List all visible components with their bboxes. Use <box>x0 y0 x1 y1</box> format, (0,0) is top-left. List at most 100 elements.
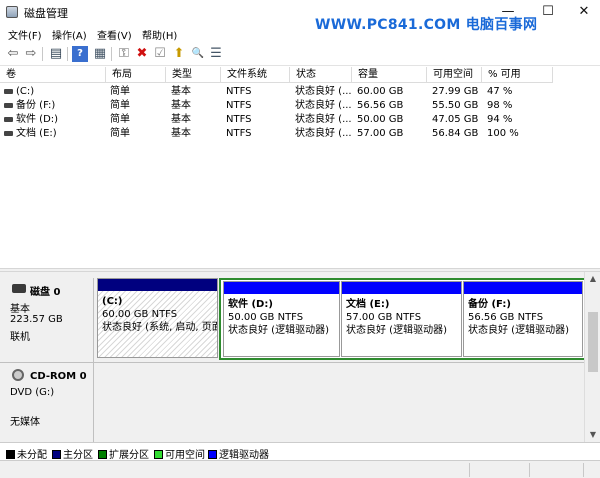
partition-status: 状态良好 (逻辑驱动器) <box>346 325 447 336</box>
status-bar <box>0 460 600 478</box>
percent-free-cell: 100 % <box>487 128 519 139</box>
forward-arrow-icon[interactable]: ⇨ <box>23 46 39 62</box>
partition-c[interactable]: (C:) 60.00 GB NTFS 状态良好 (系统, 启动, 页面 <box>97 278 218 358</box>
type-cell: 基本 <box>171 114 191 125</box>
cdrom-row: CD-ROM 0 DVD (G:) 无媒体 <box>0 362 600 443</box>
column-capacity[interactable]: 容量 <box>352 67 427 83</box>
layout-cell: 简单 <box>110 128 130 139</box>
toolbar-separator <box>111 47 112 61</box>
table-row[interactable]: 软件 (D:) 简单 基本 NTFS 状态良好 (... 50.00 GB 47… <box>0 113 553 127</box>
volume-cell: 备份 (F:) <box>4 99 55 113</box>
disk-0-size: 223.57 GB <box>10 314 63 325</box>
partition-d[interactable]: 软件 (D:) 50.00 GB NTFS 状态良好 (逻辑驱动器) <box>223 281 340 357</box>
minimize-button[interactable]: — <box>498 4 518 20</box>
legend-swatch <box>154 450 163 459</box>
search-folder-icon[interactable]: 🔍 <box>190 46 206 62</box>
delete-icon[interactable]: ✖ <box>134 46 150 62</box>
cdrom-0-drive: DVD (G:) <box>10 387 55 398</box>
column-type[interactable]: 类型 <box>166 67 221 83</box>
partition-status: 状态良好 (系统, 启动, 页面 <box>102 322 217 333</box>
partition-c-body: (C:) 60.00 GB NTFS 状态良好 (系统, 启动, 页面 <box>98 291 217 357</box>
disk-0-label[interactable]: 磁盘 0 基本 223.57 GB 联机 <box>4 278 94 362</box>
status-cell: 状态良好 (... <box>295 86 352 97</box>
volume-cell: 文档 (E:) <box>4 127 57 141</box>
menu-bar: 文件(F) 操作(A) 查看(V) 帮助(H) <box>0 24 600 42</box>
disk-view-scrollbar[interactable]: ▲ ▼ <box>584 272 600 442</box>
status-cell: 状态良好 (... <box>295 114 352 125</box>
capacity-cell: 50.00 GB <box>357 114 404 125</box>
logical-drive-bar <box>464 282 582 294</box>
legend-swatch <box>98 450 107 459</box>
help-icon[interactable]: ? <box>72 46 88 62</box>
volume-list: 卷 布局 类型 文件系统 状态 容量 可用空间 % 可用 (C:) 简单 基本 … <box>0 67 600 267</box>
partition-f[interactable]: 备份 (F:) 56.56 GB NTFS 状态良好 (逻辑驱动器) <box>463 281 583 357</box>
close-button[interactable]: ✕ <box>574 4 594 20</box>
menu-help[interactable]: 帮助(H) <box>142 27 177 42</box>
list-view-icon[interactable]: ☰ <box>208 46 224 62</box>
column-percent-free[interactable]: % 可用 <box>482 67 553 83</box>
volume-cell: 软件 (D:) <box>4 113 58 127</box>
table-row[interactable]: 文档 (E:) 简单 基本 NTFS 状态良好 (... 57.00 GB 56… <box>0 127 553 141</box>
scroll-up-arrow-icon[interactable]: ▲ <box>585 272 600 286</box>
legend-item: 未分配 <box>6 446 47 461</box>
legend-item: 主分区 <box>52 446 93 461</box>
logical-drive-bar <box>342 282 461 294</box>
status-cell: 状态良好 (... <box>295 128 352 139</box>
legend: 未分配 主分区 扩展分区 可用空间 逻辑驱动器 <box>0 442 600 461</box>
partition-d-body: 软件 (D:) 50.00 GB NTFS 状态良好 (逻辑驱动器) <box>224 294 339 356</box>
type-cell: 基本 <box>171 128 191 139</box>
volume-cell: (C:) <box>4 85 34 99</box>
window-title: 磁盘管理 <box>24 7 68 20</box>
cd-drive-icon <box>12 369 24 381</box>
legend-item: 可用空间 <box>154 446 205 461</box>
scrollbar-thumb[interactable] <box>588 312 598 372</box>
title-bar: 磁盘管理 WWW.PC841.COM 电脑百事网 — ☐ ✕ <box>0 0 600 33</box>
primary-partition-bar <box>98 279 217 291</box>
menu-view[interactable]: 查看(V) <box>97 27 132 42</box>
free-space-cell: 56.84 GB <box>432 128 479 139</box>
type-cell: 基本 <box>171 86 191 97</box>
free-space-cell: 47.05 GB <box>432 114 479 125</box>
table-row[interactable]: (C:) 简单 基本 NTFS 状态良好 (... 60.00 GB 27.99… <box>0 85 553 99</box>
volume-list-header: 卷 布局 类型 文件系统 状态 容量 可用空间 % 可用 <box>0 67 553 83</box>
disk-management-icon <box>6 6 18 18</box>
column-filesystem[interactable]: 文件系统 <box>221 67 290 83</box>
disk-0-type: 基本 <box>10 304 30 315</box>
back-arrow-icon[interactable]: ⇦ <box>5 46 21 62</box>
partition-name: 软件 (D:) <box>228 299 273 310</box>
partition-size: 57.00 GB NTFS <box>346 312 422 323</box>
properties-icon[interactable]: ▦ <box>92 46 108 62</box>
partition-e[interactable]: 文档 (E:) 57.00 GB NTFS 状态良好 (逻辑驱动器) <box>341 281 462 357</box>
scroll-down-arrow-icon[interactable]: ▼ <box>585 428 600 442</box>
column-status[interactable]: 状态 <box>290 67 352 83</box>
cdrom-0-label[interactable]: CD-ROM 0 DVD (G:) 无媒体 <box>4 363 94 443</box>
table-row[interactable]: 备份 (F:) 简单 基本 NTFS 状态良好 (... 56.56 GB 55… <box>0 99 553 113</box>
filesystem-cell: NTFS <box>226 86 252 97</box>
free-space-cell: 27.99 GB <box>432 86 479 97</box>
folder-up-icon[interactable]: ⬆ <box>171 46 187 62</box>
menu-file[interactable]: 文件(F) <box>8 27 42 42</box>
legend-item: 扩展分区 <box>98 446 149 461</box>
partition-status: 状态良好 (逻辑驱动器) <box>468 325 569 336</box>
partition-name: (C:) <box>102 296 123 307</box>
console-tree-icon[interactable]: ▤ <box>48 46 64 62</box>
partition-e-body: 文档 (E:) 57.00 GB NTFS 状态良好 (逻辑驱动器) <box>342 294 461 356</box>
legend-swatch <box>6 450 15 459</box>
disk-0-name: 磁盘 0 <box>30 287 61 298</box>
connect-icon[interactable]: ⚿ <box>116 46 132 62</box>
column-volume[interactable]: 卷 <box>0 67 106 83</box>
column-layout[interactable]: 布局 <box>106 67 166 83</box>
disk-0-status: 联机 <box>10 332 30 343</box>
capacity-cell: 60.00 GB <box>357 86 404 97</box>
capacity-cell: 57.00 GB <box>357 128 404 139</box>
checklist-icon[interactable]: ☑ <box>152 46 168 62</box>
column-free-space[interactable]: 可用空间 <box>427 67 482 83</box>
legend-swatch <box>52 450 61 459</box>
menu-action[interactable]: 操作(A) <box>52 27 87 42</box>
layout-cell: 简单 <box>110 100 130 111</box>
percent-free-cell: 94 % <box>487 114 513 125</box>
volume-icon <box>4 88 13 94</box>
cdrom-0-name: CD-ROM 0 <box>30 371 87 382</box>
maximize-button[interactable]: ☐ <box>538 4 558 20</box>
layout-cell: 简单 <box>110 114 130 125</box>
